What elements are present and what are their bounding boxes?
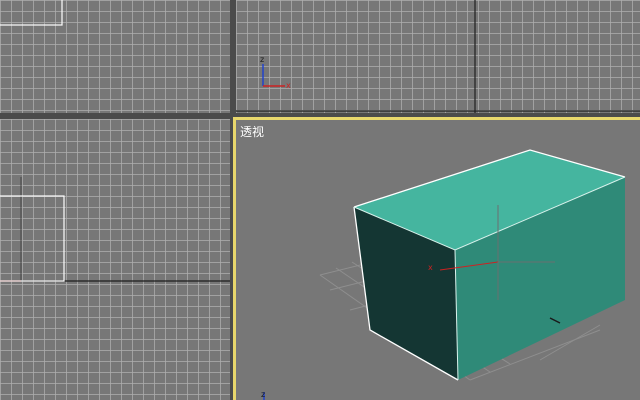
axis-z-label: z — [261, 390, 265, 399]
axis-tripod-icon — [262, 64, 285, 87]
axis-z-label: z — [260, 55, 264, 64]
front-view-scene: z x — [236, 0, 640, 113]
viewport-layout: z x 透视 x z — [0, 0, 640, 400]
top-view-scene — [0, 0, 63, 26]
perspective-scene: x z — [261, 149, 626, 400]
axis-x-label: x — [286, 81, 291, 90]
viewport-left[interactable] — [0, 119, 230, 400]
left-view-scene — [0, 177, 230, 282]
gizmo-x-label: x — [428, 263, 433, 272]
viewport-front[interactable]: z x — [236, 0, 640, 113]
box-left-outline[interactable] — [0, 195, 65, 282]
viewport-perspective[interactable]: 透视 x z — [233, 117, 640, 400]
viewport-top[interactable] — [0, 0, 230, 113]
box-top-outline[interactable] — [0, 0, 63, 26]
